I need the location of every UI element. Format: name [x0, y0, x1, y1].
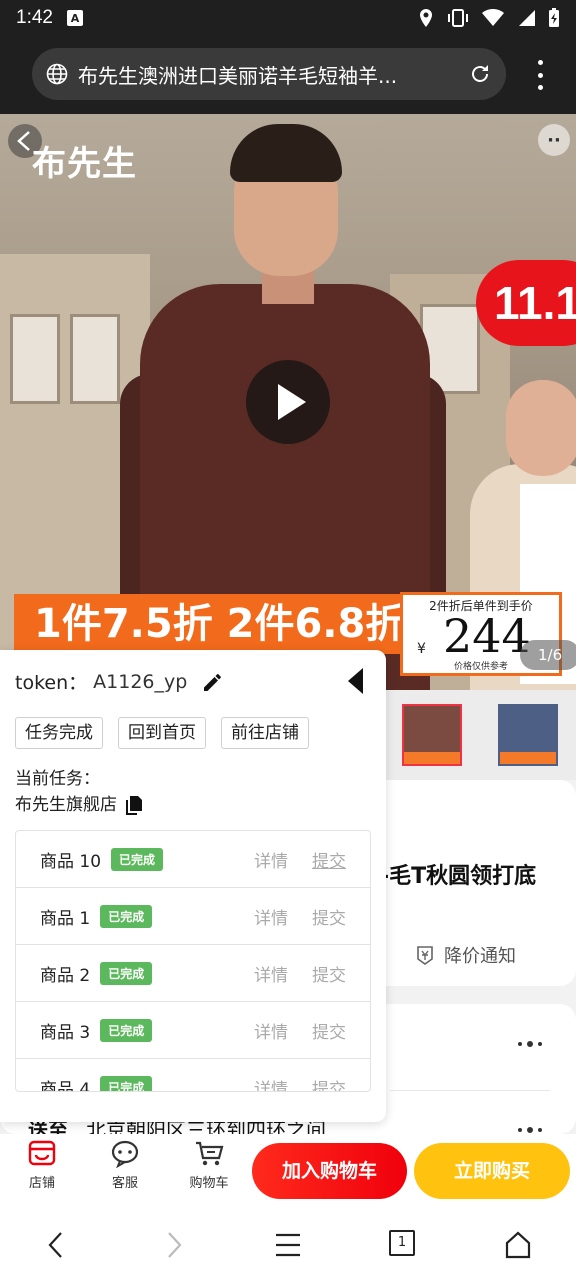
reload-icon[interactable]: [468, 62, 492, 86]
task-row: 商品 1 已完成 详情 提交: [16, 888, 370, 945]
back-icon[interactable]: [44, 1230, 68, 1260]
detail-link[interactable]: 详情: [254, 961, 288, 986]
more-dots-icon[interactable]: [518, 1041, 548, 1047]
background-window: [10, 314, 60, 404]
back-home-button[interactable]: 回到首页: [118, 717, 206, 749]
submit-link[interactable]: 提交: [312, 847, 346, 872]
cart-tab[interactable]: 购物车: [184, 1140, 234, 1191]
task-name: 商品 4: [40, 1079, 91, 1092]
go-to-shop-button[interactable]: 前往店铺: [221, 717, 309, 749]
service-label: 客服: [111, 1176, 138, 1191]
task-list: 商品 10 已完成 详情 提交 商品 1 已完成 详情 提交 商品 2 已完成 …: [15, 830, 371, 1092]
collapse-panel-icon[interactable]: [348, 668, 363, 694]
thumbnail-blue[interactable]: [498, 704, 558, 766]
product-gallery[interactable]: 布先生 ·· 11.11 1件7.5折 2件6.8折 2件折后单件到手价 ¥ 2…: [0, 114, 576, 690]
task-row: 商品 10 已完成 详情 提交: [16, 831, 370, 888]
token-value: A1126_yp: [93, 670, 188, 693]
submit-link[interactable]: 提交: [312, 1018, 346, 1043]
tab-count-icon[interactable]: 1: [389, 1230, 415, 1256]
wifi-icon: [482, 9, 504, 26]
copy-icon[interactable]: [125, 795, 143, 815]
price-currency: ¥: [417, 641, 426, 657]
url-text[interactable]: 布先生澳洲进口美丽诺羊毛短袖羊...: [78, 60, 468, 89]
background-window: [70, 314, 120, 404]
buy-now-button[interactable]: 立即购买: [414, 1143, 570, 1199]
shop-tab[interactable]: 店铺: [17, 1140, 67, 1191]
status-badge: 已完成: [100, 1018, 153, 1042]
status-time: 1:42: [16, 7, 53, 28]
globe-icon: [46, 63, 68, 85]
submit-link[interactable]: 提交: [312, 961, 346, 986]
detail-link[interactable]: 详情: [254, 847, 288, 872]
task-row: 商品 3 已完成 详情 提交: [16, 1002, 370, 1059]
task-name: 商品 2: [40, 965, 91, 986]
submit-link[interactable]: 提交: [312, 904, 346, 929]
cart-icon: [196, 1141, 224, 1166]
status-bar: 1:42 A: [0, 0, 576, 36]
play-icon: [278, 384, 306, 420]
bottom-action-bar: 店铺 客服 购物车 加入购物车 立即购买: [0, 1134, 576, 1210]
status-icons: [418, 8, 560, 28]
notification-a-icon: A: [66, 10, 83, 26]
location-icon: [420, 9, 432, 27]
overflow-menu-icon[interactable]: [536, 60, 544, 90]
url-bar[interactable]: 布先生澳洲进口美丽诺羊毛短袖羊...: [32, 48, 506, 100]
task-row: 商品 4 已完成 详情 提交: [16, 1059, 370, 1092]
cart-label: 购物车: [189, 1176, 229, 1191]
browser-toolbar: 布先生澳洲进口美丽诺羊毛短袖羊...: [0, 36, 576, 114]
add-to-cart-button[interactable]: 加入购物车: [252, 1143, 407, 1199]
detail-link[interactable]: 详情: [254, 1075, 288, 1092]
current-shop-row: 布先生旗舰店: [15, 792, 143, 818]
token-label: token：: [15, 672, 88, 694]
price-notify-label: 降价通知: [444, 946, 516, 967]
play-video-button[interactable]: [246, 360, 330, 444]
panel-button-row: 任务完成 回到首页 前往店铺: [15, 717, 309, 749]
tabs-menu-icon[interactable]: [274, 1230, 302, 1260]
task-panel: token： A1126_yp 任务完成 回到首页 前往店铺 当前任务： 布先生…: [0, 650, 386, 1122]
divider: [390, 1090, 550, 1091]
task-row: 商品 2 已完成 详情 提交: [16, 945, 370, 1002]
current-shop-name: 布先生旗舰店: [15, 795, 117, 815]
model-hair: [230, 124, 342, 182]
promo-banner: 1件7.5折 2件6.8折: [14, 594, 405, 654]
battery-icon: [549, 8, 559, 27]
brand-logo: 布先生: [32, 144, 137, 184]
token-row: token： A1126_yp: [15, 668, 223, 695]
more-dots-icon[interactable]: [518, 1127, 548, 1133]
status-badge: 已完成: [100, 904, 153, 928]
task-complete-button[interactable]: 任务完成: [15, 717, 103, 749]
detail-link[interactable]: 详情: [254, 904, 288, 929]
shop-icon: [28, 1140, 56, 1166]
price-bell-icon: [417, 946, 433, 965]
forward-icon[interactable]: [162, 1230, 186, 1260]
shop-label: 店铺: [28, 1176, 55, 1191]
submit-link[interactable]: 提交: [312, 1075, 346, 1092]
current-task: 当前任务： 布先生旗舰店: [15, 766, 143, 818]
customer-service-icon: [111, 1140, 139, 1168]
task-name: 商品 1: [40, 908, 91, 929]
thumbnail-brown[interactable]: [402, 704, 462, 766]
home-icon[interactable]: [504, 1230, 532, 1260]
product-title: -毛T秋圆领打底: [380, 864, 537, 889]
task-name: 商品 3: [40, 1022, 91, 1043]
status-badge: 已完成: [100, 961, 153, 985]
current-task-label: 当前任务：: [15, 769, 100, 789]
gallery-more-icon[interactable]: ··: [538, 124, 570, 156]
status-badge: 已完成: [111, 847, 164, 871]
status-badge: 已完成: [100, 1075, 153, 1091]
service-tab[interactable]: 客服: [100, 1140, 150, 1191]
model-secondary-head: [506, 380, 576, 476]
vibrate-icon: [448, 9, 468, 27]
task-name: 商品 10: [40, 851, 102, 872]
detail-link[interactable]: 详情: [254, 1018, 288, 1043]
price-notify-button[interactable]: 降价通知: [414, 942, 516, 968]
system-nav-bar: 1: [0, 1210, 576, 1280]
edit-pencil-icon[interactable]: [201, 671, 223, 693]
price-value: 244: [443, 609, 531, 663]
double-eleven-badge: 11.11: [476, 260, 576, 346]
signal-icon: [519, 10, 535, 26]
gallery-page-indicator: 1/6: [520, 640, 576, 670]
